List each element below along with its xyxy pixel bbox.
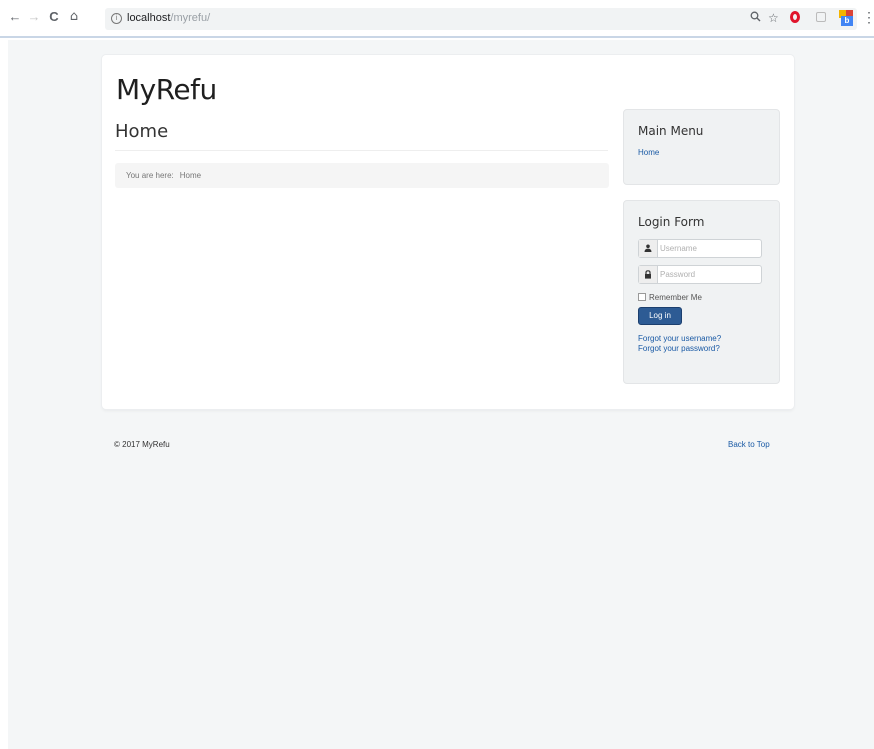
footer-copyright: © 2017 MyRefu: [114, 440, 170, 449]
info-icon[interactable]: i: [111, 13, 122, 24]
remember-me-label[interactable]: Remember Me: [649, 293, 702, 302]
zoom-icon[interactable]: [750, 11, 761, 25]
reload-icon[interactable]: C: [47, 10, 61, 24]
breadcrumb-prefix: You are here:: [126, 171, 174, 180]
back-icon[interactable]: ←: [8, 10, 22, 24]
flag-extension-icon[interactable]: b: [839, 10, 853, 26]
site-brand[interactable]: MyRefu: [116, 73, 217, 106]
forgot-password-link[interactable]: Forgot your password?: [638, 344, 720, 353]
password-field[interactable]: [638, 265, 762, 284]
password-input[interactable]: [660, 267, 758, 282]
url-path: /myrefu/: [170, 12, 211, 24]
extension-icon[interactable]: [816, 12, 826, 22]
address-bar[interactable]: i localhost/myrefu/ ☆: [105, 8, 857, 30]
username-field[interactable]: [638, 239, 762, 258]
forgot-username-link[interactable]: Forgot your username?: [638, 334, 721, 343]
url-text: localhost/myrefu/: [127, 12, 210, 24]
login-form-module: Login Form Remember Me Log in Forgot you…: [623, 200, 780, 384]
home-icon[interactable]: ⌂: [67, 10, 81, 24]
title-divider: [115, 150, 608, 151]
page-title: Home: [115, 121, 169, 142]
window-edge: [0, 38, 8, 749]
forward-icon[interactable]: →: [27, 10, 41, 24]
user-icon: [639, 240, 658, 257]
url-host: localhost: [127, 12, 171, 24]
magnifier-icon: [750, 11, 761, 22]
lock-icon: [639, 266, 658, 283]
page-viewport: MyRefu Home You are here: Home Main Menu …: [8, 40, 874, 749]
remember-me-checkbox[interactable]: [638, 293, 646, 301]
browser-toolbar: ← → C ⌂ i localhost/myrefu/ ☆ b ⋮: [0, 0, 874, 38]
login-form-title: Login Form: [638, 215, 705, 229]
opera-extension-icon[interactable]: [790, 11, 800, 23]
remember-me-row: Remember Me: [638, 293, 702, 302]
content-card: MyRefu Home You are here: Home Main Menu …: [102, 55, 794, 409]
breadcrumb: You are here: Home: [115, 163, 609, 188]
star-icon[interactable]: ☆: [768, 11, 779, 25]
breadcrumb-current: Home: [179, 171, 202, 180]
menu-item-home[interactable]: Home: [638, 148, 659, 157]
username-input[interactable]: [660, 241, 758, 256]
login-button[interactable]: Log in: [638, 307, 682, 325]
main-menu-title: Main Menu: [638, 124, 704, 138]
main-menu-module: Main Menu Home: [623, 109, 780, 185]
browser-menu-icon[interactable]: ⋮: [862, 9, 874, 25]
back-to-top-link[interactable]: Back to Top: [728, 440, 770, 449]
